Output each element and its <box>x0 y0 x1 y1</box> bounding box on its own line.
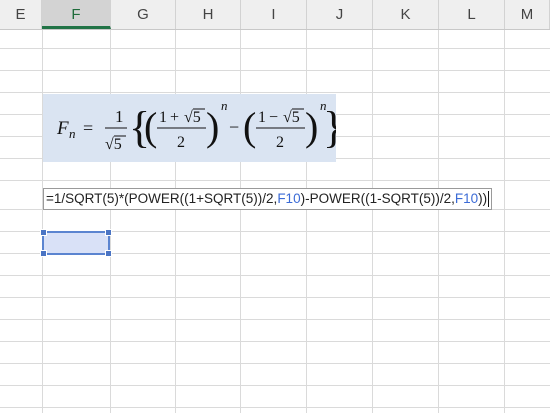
column-header-row: E F G H I J K L M <box>0 0 550 30</box>
formula-lhs: F <box>56 118 69 139</box>
formula-paren-open-1: ( <box>144 104 157 149</box>
grid-vline <box>504 30 505 413</box>
grid-hline <box>0 180 550 181</box>
grid-vline <box>42 30 43 413</box>
column-header-g[interactable]: G <box>111 0 176 29</box>
column-header-m[interactable]: M <box>505 0 550 29</box>
column-header-h[interactable]: H <box>176 0 241 29</box>
formula-coef-numerator: 1 <box>115 107 124 126</box>
formula-term2-one: 1 <box>258 109 266 126</box>
selection-handle[interactable] <box>105 229 112 236</box>
formula-cell-reference[interactable]: F10 <box>455 191 478 206</box>
grid-hline <box>0 275 550 276</box>
column-header-j[interactable]: J <box>307 0 373 29</box>
selection-handle[interactable] <box>105 250 112 257</box>
grid-hline <box>0 341 550 342</box>
formula-paren-close-1: ) <box>206 104 219 149</box>
column-header-k[interactable]: K <box>373 0 439 29</box>
formula-coef-denominator: √5 <box>105 136 122 153</box>
binet-formula-graphic: F n = 1 √5 { ( 1 + √5 2 ) n − ( 1 − √5 2… <box>56 98 336 153</box>
text-caret <box>488 191 490 208</box>
formula-paren-close-2: ) <box>305 104 318 149</box>
grid-hline <box>0 297 550 298</box>
grid-hline <box>0 385 550 386</box>
selection-handle[interactable] <box>40 229 47 236</box>
column-header-e[interactable]: E <box>0 0 42 29</box>
formula-right-brace: } <box>323 103 336 152</box>
formula-text-part: ((1+SQRT(5))/2, <box>179 191 278 206</box>
formula-text-part: ((1-SQRT(5))/2, <box>360 191 455 206</box>
binet-formula-image[interactable]: F n = 1 √5 { ( 1 + √5 2 ) n − ( 1 − √5 2… <box>43 94 336 162</box>
formula-cell-reference[interactable]: F10 <box>277 191 300 206</box>
formula-term2-two: 2 <box>276 134 284 151</box>
referenced-cell-f10[interactable] <box>40 229 112 257</box>
column-header-l[interactable]: L <box>439 0 505 29</box>
grid-hline <box>0 70 550 71</box>
formula-minus: − <box>229 117 239 137</box>
column-header-f[interactable]: F <box>42 0 111 29</box>
formula-text-part: )-POWER <box>300 191 361 206</box>
formula-equals: = <box>83 118 93 138</box>
formula-exponent-1: n <box>221 98 228 113</box>
grid-vline <box>110 30 111 413</box>
formula-term1-one: 1 <box>159 109 167 126</box>
formula-term2-root5: √5 <box>283 109 300 126</box>
grid-vline <box>306 30 307 413</box>
selection-handle[interactable] <box>40 250 47 257</box>
formula-term1-two: 2 <box>177 134 185 151</box>
formula-paren-open-2: ( <box>243 104 256 149</box>
grid-hline <box>0 319 550 320</box>
grid-vline <box>372 30 373 413</box>
grid-hline <box>0 48 550 49</box>
formula-lhs-subscript: n <box>69 126 76 141</box>
column-header-i[interactable]: I <box>241 0 307 29</box>
grid-vline <box>438 30 439 413</box>
formula-term1-plus: + <box>170 109 179 126</box>
grid-vline <box>240 30 241 413</box>
cell-formula-edit[interactable]: =1/SQRT(5)*(POWER((1+SQRT(5))/2,F10)-POW… <box>43 188 493 210</box>
grid-hline <box>0 407 550 408</box>
grid-hline <box>0 363 550 364</box>
formula-text-part: )) <box>478 191 488 206</box>
formula-term2-minus: − <box>269 109 278 126</box>
formula-text-part: =1/SQRT(5)*(POWER <box>46 191 180 206</box>
grid-vline <box>175 30 176 413</box>
formula-term1-root5: √5 <box>184 109 201 126</box>
grid-hline <box>0 92 550 93</box>
